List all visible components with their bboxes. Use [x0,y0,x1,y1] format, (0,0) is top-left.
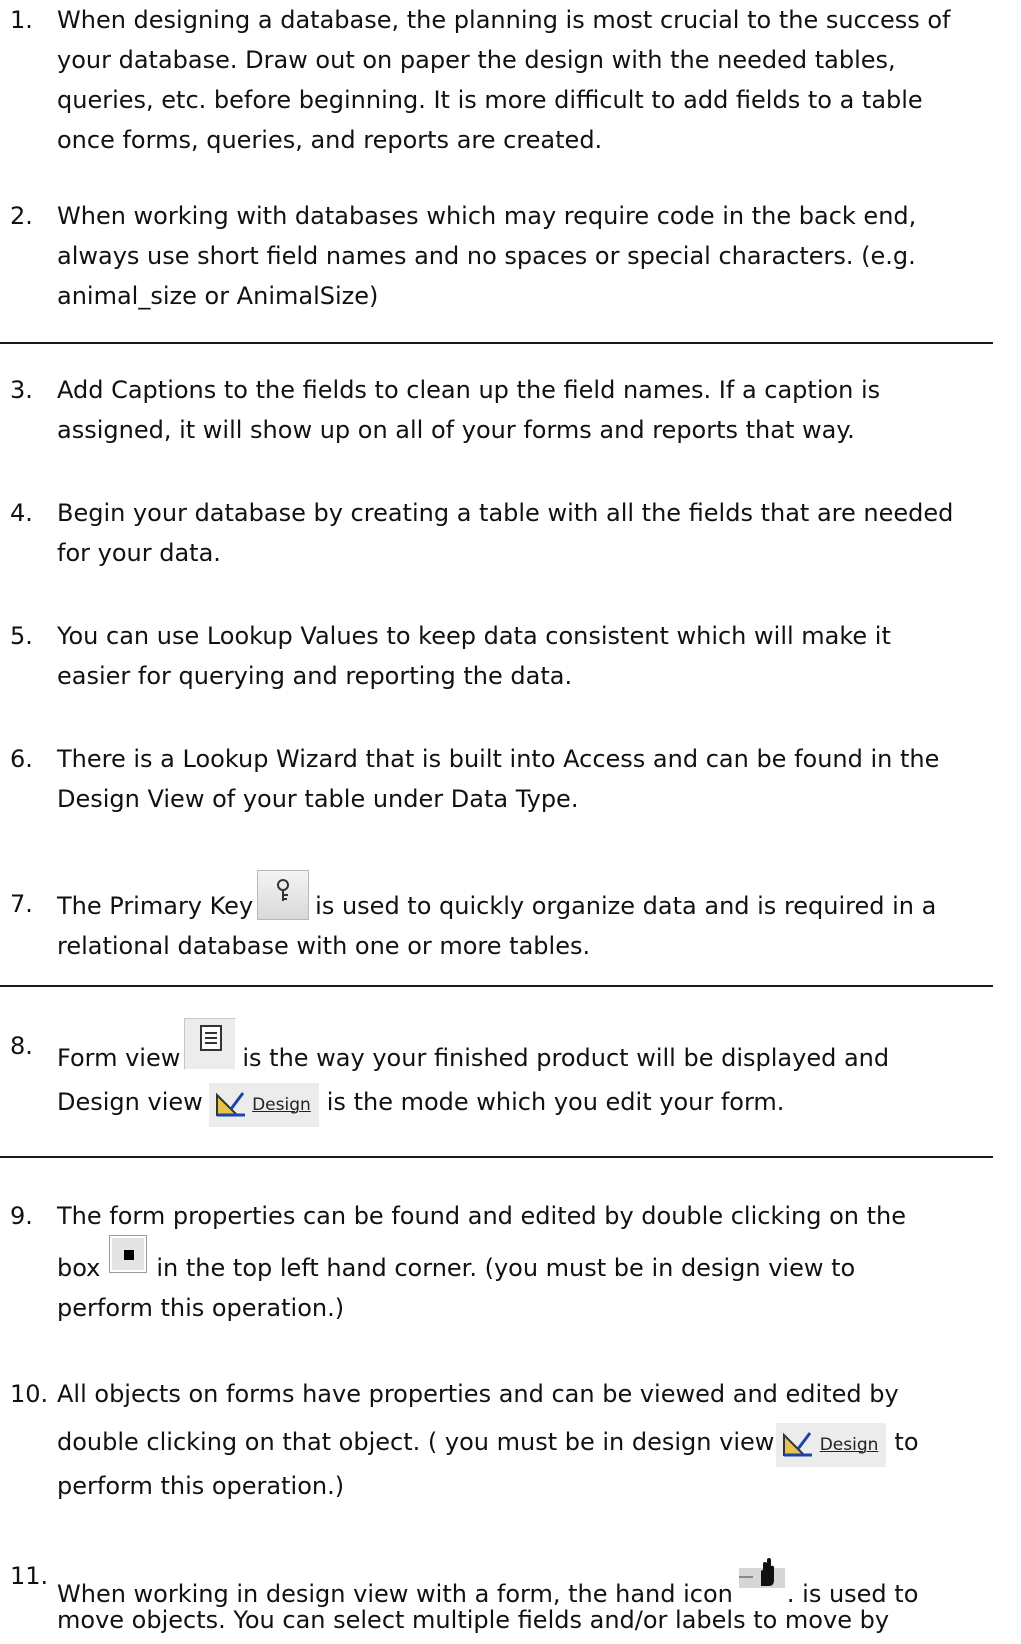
item-number: 10. [10,1380,49,1408]
item-number: 2. [10,202,33,230]
form-selector-box-icon[interactable] [109,1235,148,1273]
primary-key-icon[interactable] [257,870,310,920]
item-text: Begin your database by creating a table … [57,499,954,567]
item-number: 6. [10,745,33,773]
item-number: 1. [10,6,33,34]
item-text: When working with databases which may re… [57,202,917,310]
item-text: All objects on forms have properties and… [57,1380,919,1500]
item-text: Add Captions to the fields to clean up t… [57,376,881,444]
divider [0,1156,993,1158]
item-text: When working in design view with a form,… [57,1556,1012,1640]
item-text: The form properties can be found and edi… [57,1202,906,1322]
item-text: You can use Lookup Values to keep data c… [57,622,891,690]
hand-move-icon[interactable] [738,1556,785,1596]
design-view-icon[interactable]: Design [208,1083,319,1127]
item-number: 8. [10,1032,33,1060]
item-text: Form view is the way your finished produc… [57,1018,1012,1130]
item-number: 7. [10,890,33,918]
item-text: There is a Lookup Wizard that is built i… [57,745,940,813]
divider [0,342,993,344]
item-text: The Primary Key is used to quickly organi… [57,870,1012,964]
item-number: 4. [10,499,33,527]
item-number: 5. [10,622,33,650]
form-view-icon[interactable] [184,1018,237,1070]
item-number: 9. [10,1202,33,1230]
item-number: 11. [10,1562,49,1590]
item-text: When designing a database, the planning … [57,6,951,154]
divider [0,985,993,987]
item-number: 3. [10,376,33,404]
design-view-icon[interactable]: Design [776,1423,887,1467]
